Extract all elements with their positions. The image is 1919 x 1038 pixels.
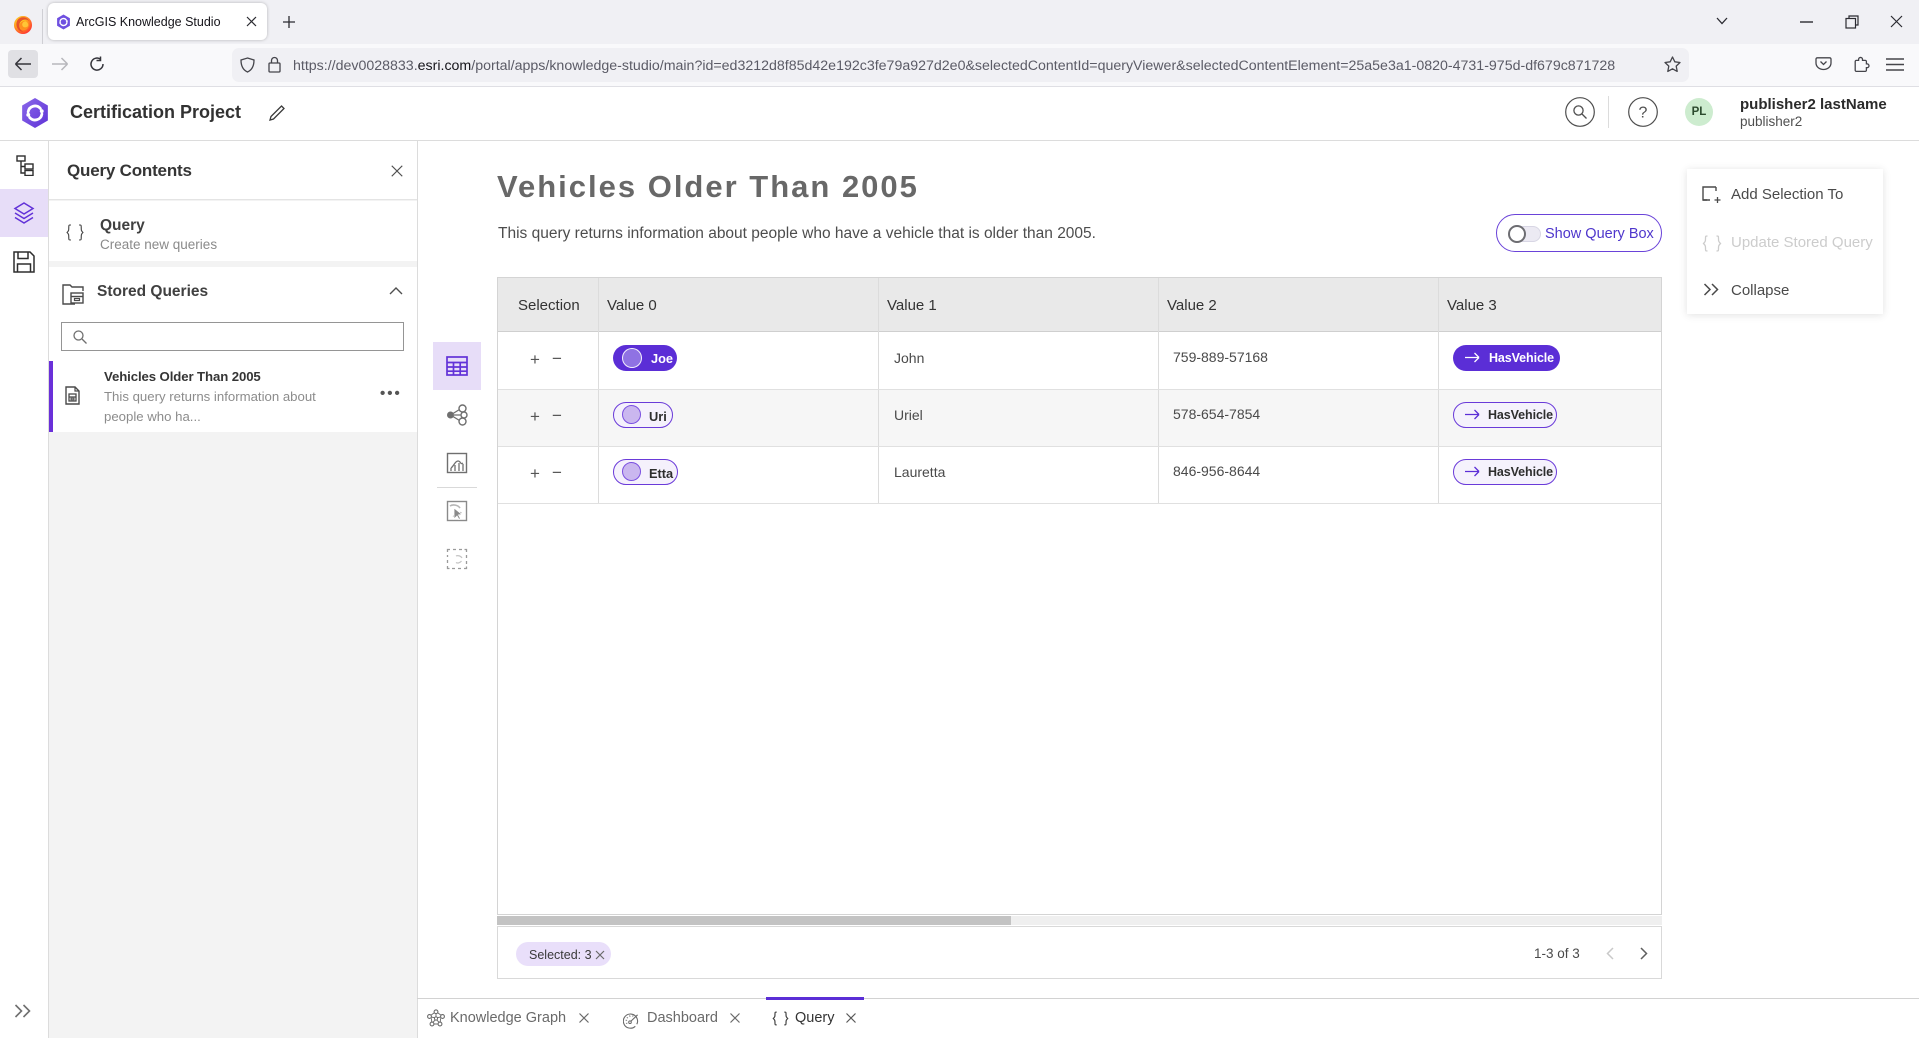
svg-text:?: ? (1639, 105, 1648, 122)
